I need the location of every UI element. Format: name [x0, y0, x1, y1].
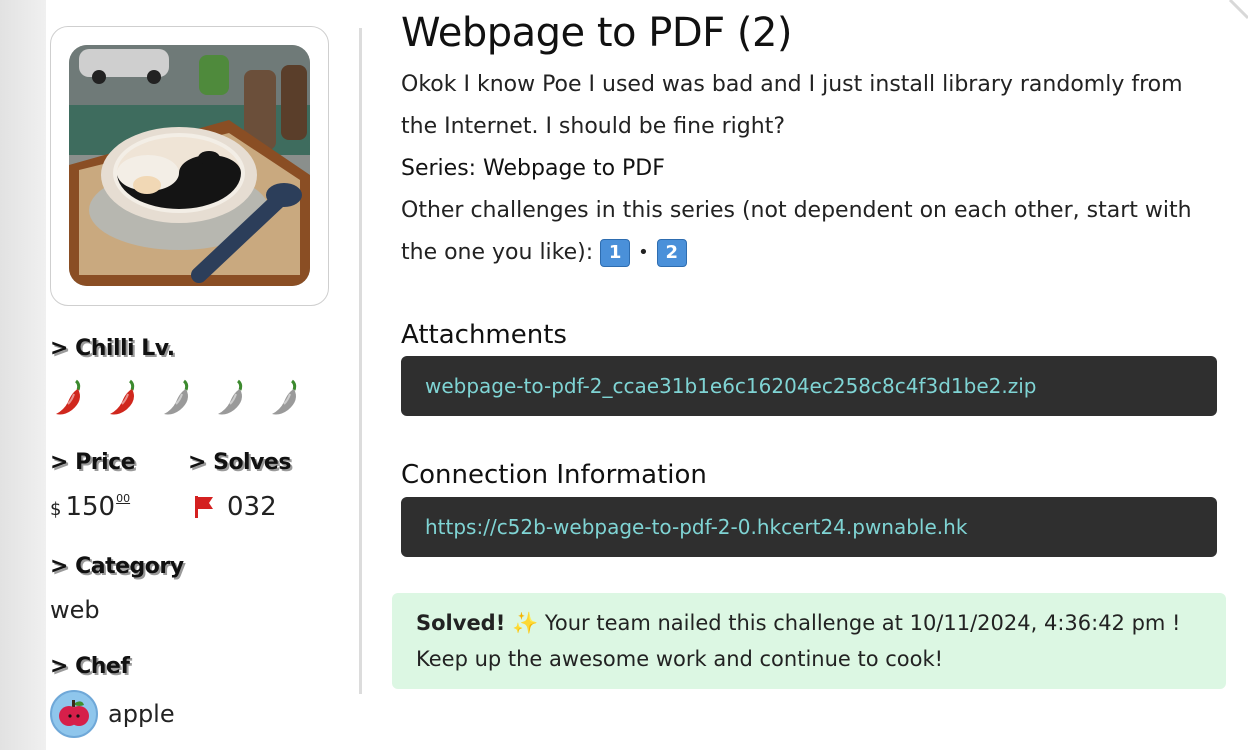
chef-name[interactable]: apple	[108, 700, 175, 728]
chilli-icon-inactive	[218, 379, 243, 415]
chef-profile[interactable]: apple	[50, 690, 175, 738]
chilli-icon-inactive	[164, 379, 189, 415]
solved-prefix: Solved!	[416, 611, 506, 635]
series-separator: •	[638, 242, 649, 263]
solves-value: 032	[193, 492, 277, 522]
solves-count: 032	[227, 492, 277, 522]
connection-heading: Connection Information	[401, 460, 707, 490]
solves-label: > Solves	[188, 450, 291, 475]
challenge-dish-image	[69, 45, 310, 286]
attachments-heading: Attachments	[401, 320, 567, 350]
price-label: > Price	[50, 450, 136, 475]
corner-fold-icon	[1228, 0, 1248, 20]
attachment-download-link[interactable]: webpage-to-pdf-2_ccae31b1e6c16204ec258c8…	[401, 356, 1217, 416]
other-challenges-line: Other challenges in this series (not dep…	[401, 190, 1216, 274]
challenge-image-card	[50, 26, 329, 306]
chilli-level-label: > Chilli Lv.	[50, 336, 175, 361]
series-links: 1 • 2	[600, 232, 687, 274]
sidebar-divider	[359, 28, 362, 694]
flag-icon	[195, 496, 213, 518]
price-cents: 00	[116, 492, 131, 505]
sparkle-icon: ✨	[511, 611, 539, 635]
price-value: $15000	[50, 492, 130, 522]
challenge-sidebar: > Chilli Lv. > Price > Solves $15000 032…	[50, 26, 340, 738]
challenge-description: Okok I know Poe I used was bad and I jus…	[401, 72, 1183, 139]
apple-avatar-icon	[59, 700, 89, 726]
chef-avatar[interactable]	[50, 690, 98, 738]
chilli-icon-inactive	[272, 379, 297, 415]
price-currency: $	[50, 499, 62, 520]
series-link-1[interactable]: 1	[600, 239, 631, 267]
chef-label: > Chef	[50, 654, 130, 679]
price-amount: 150	[65, 492, 116, 522]
category-value: web	[50, 596, 100, 624]
left-edge-shade	[0, 0, 46, 750]
challenge-details: Webpage to PDF (2) Okok I know Poe I use…	[401, 10, 1221, 274]
category-label: > Category	[50, 554, 184, 579]
chilli-level-meter	[54, 378, 302, 418]
chilli-icon-active	[56, 379, 81, 415]
solved-banner: Solved! ✨ Your team nailed this challeng…	[392, 593, 1226, 689]
connection-url-link[interactable]: https://c52b-webpage-to-pdf-2-0.hkcert24…	[401, 497, 1217, 557]
series-line: Series: Webpage to PDF	[401, 156, 665, 181]
series-link-2[interactable]: 2	[656, 239, 687, 267]
challenge-title: Webpage to PDF (2)	[401, 10, 793, 56]
chilli-icon-active	[110, 379, 135, 415]
other-challenges-text: Other challenges in this series (not dep…	[401, 198, 1192, 265]
